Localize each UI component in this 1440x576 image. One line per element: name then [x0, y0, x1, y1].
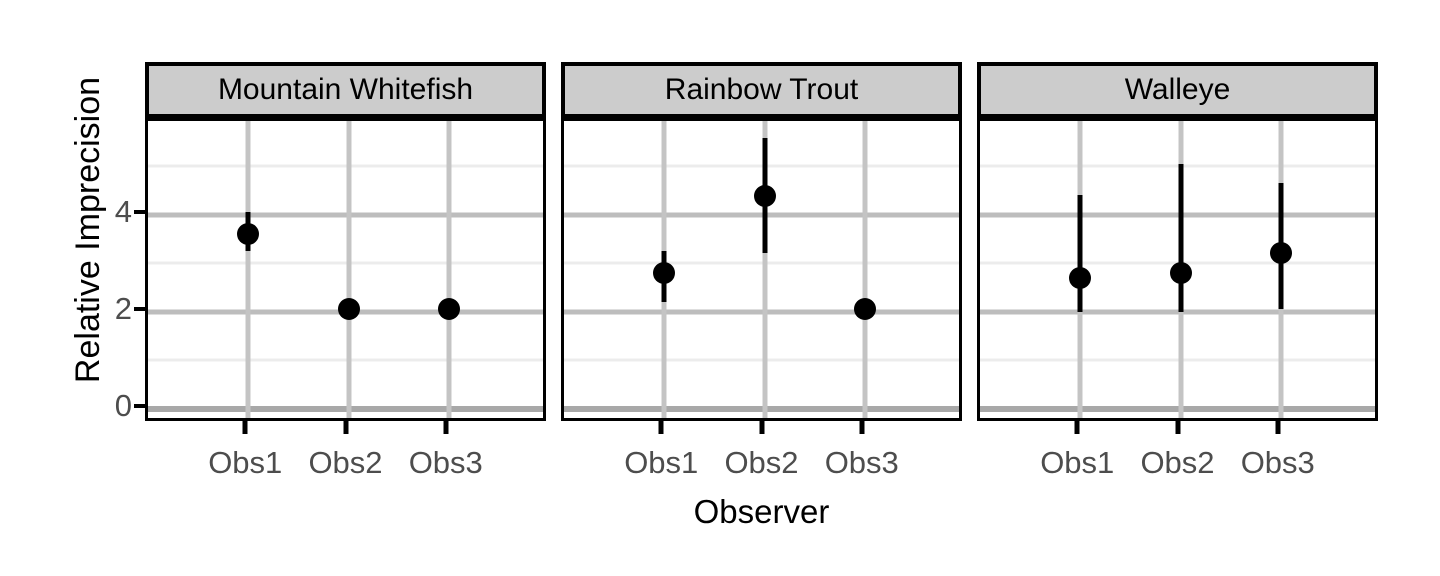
panel-strip-walleye: Walleye: [977, 62, 1378, 118]
y-tick-label: 4: [114, 193, 132, 229]
data-point: [1069, 266, 1092, 289]
x-tick-label-obs3: Obs3: [824, 445, 899, 480]
x-tick-mark: [1175, 421, 1180, 434]
y-tick-mark: [134, 404, 145, 408]
panel-strip-label: Rainbow Trout: [664, 73, 859, 106]
data-point: [1169, 261, 1192, 284]
x-tick-mark: [1074, 421, 1080, 434]
panel-body-walleye: [977, 118, 1378, 421]
panel-strip-mountain-whitefish: Mountain Whitefish: [145, 62, 546, 118]
gridline-major-vertical: [346, 121, 351, 418]
x-tick-label-obs3: Obs3: [408, 445, 483, 480]
plot-area: [148, 121, 543, 418]
data-point: [337, 298, 360, 321]
y-tick-label: 0: [114, 388, 132, 423]
data-point: [237, 223, 260, 246]
x-tick-mark: [343, 421, 348, 434]
x-axis-title: Observer: [693, 493, 830, 530]
x-tick-label-obs1: Obs1: [208, 445, 283, 480]
x-tick-label-obs3: Obs3: [1240, 445, 1315, 480]
data-point: [1269, 242, 1292, 265]
panel-walleye: Walleye: [977, 62, 1378, 421]
y-axis-tick-labels: 0 2 4: [96, 0, 132, 576]
data-point: [853, 298, 876, 321]
x-tick-label-obs2: Obs2: [308, 445, 383, 480]
x-tick-mark: [1275, 421, 1281, 434]
x-tick-label-obs1: Obs1: [624, 445, 699, 480]
panel-strip-rainbow-trout: Rainbow Trout: [561, 62, 962, 118]
x-tick-mark: [759, 421, 764, 434]
x-tick-label-obs1: Obs1: [1040, 445, 1115, 480]
panel-body-rainbow-trout: [561, 118, 962, 421]
y-tick-label: 2: [114, 290, 132, 326]
x-tick-mark: [658, 421, 664, 434]
gridline-major-vertical: [862, 121, 868, 418]
x-tick-mark: [242, 421, 248, 434]
plot-area: [980, 121, 1375, 418]
data-point: [753, 185, 776, 208]
plot-area: [564, 121, 959, 418]
chart-figure: Relative Imprecision 024 Mountain Whitef…: [0, 0, 1440, 576]
x-tick-label-obs2: Obs2: [1140, 445, 1215, 480]
data-point: [653, 261, 676, 284]
x-tick-label-obs2: Obs2: [724, 445, 799, 480]
x-tick-mark: [443, 421, 449, 434]
y-tick-mark: [134, 306, 145, 311]
data-point: [437, 298, 460, 321]
panel-rainbow-trout: Rainbow Trout: [561, 62, 962, 421]
panel-strip-label: Mountain Whitefish: [217, 73, 474, 106]
panel-body-mountain-whitefish: [145, 118, 546, 421]
error-bar: [1077, 195, 1083, 312]
panel-mountain-whitefish: Mountain Whitefish: [145, 62, 546, 421]
gridline-major-vertical: [245, 121, 251, 418]
panel-strip-label: Walleye: [1124, 73, 1231, 106]
x-tick-mark: [859, 421, 865, 434]
y-tick-mark: [134, 209, 145, 214]
gridline-major-vertical: [446, 121, 452, 418]
error-bar: [1178, 163, 1183, 312]
